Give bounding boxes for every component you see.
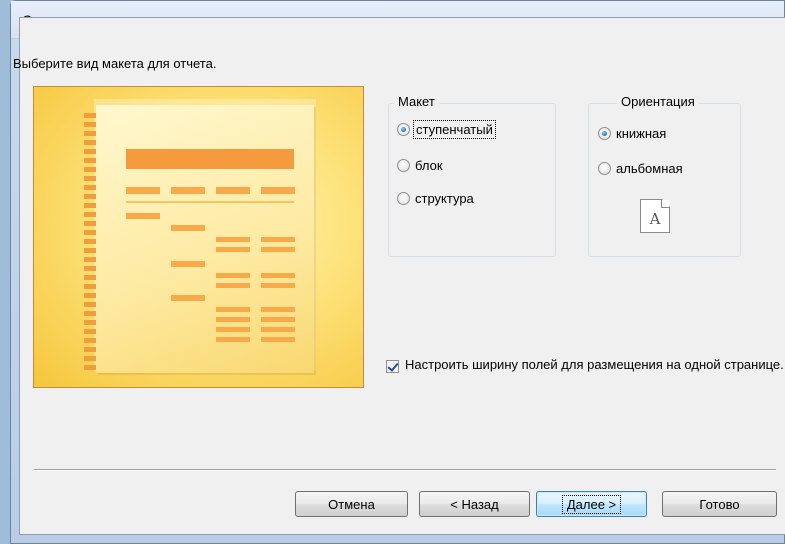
button-separator bbox=[34, 469, 776, 471]
preview-header-cell bbox=[171, 187, 205, 194]
preview-detail-line bbox=[216, 317, 250, 322]
back-button-label: < Назад bbox=[450, 496, 499, 512]
preview-detail-line bbox=[261, 337, 295, 342]
portrait-page-icon: A bbox=[640, 199, 670, 233]
preview-group-level-1 bbox=[126, 213, 160, 219]
preview-header-cell bbox=[126, 187, 160, 194]
preview-detail-line bbox=[216, 327, 250, 332]
fit-width-option[interactable]: Настроить ширину полей для размещения на… bbox=[386, 357, 785, 373]
preview-group-level-2 bbox=[171, 225, 205, 231]
layout-preview-image bbox=[33, 86, 364, 388]
back-button[interactable]: < Назад bbox=[419, 491, 530, 517]
fit-width-label: Настроить ширину полей для размещения на… bbox=[405, 357, 784, 372]
preview-header-cell bbox=[216, 187, 250, 194]
orientation-option-label: книжная bbox=[616, 126, 667, 141]
preview-detail-line bbox=[216, 247, 250, 252]
layout-option-label: ступенчатый bbox=[413, 120, 496, 139]
next-button-label: Далее > bbox=[561, 494, 622, 514]
layout-option-label: блок bbox=[415, 158, 443, 173]
finish-button-label: Готово bbox=[699, 496, 740, 512]
preview-group-level-2 bbox=[171, 261, 205, 267]
preview-header-rule bbox=[126, 201, 294, 203]
preview-detail-line bbox=[261, 247, 295, 252]
portrait-page-letter: A bbox=[649, 210, 661, 228]
layout-option-stepped[interactable]: ступенчатый bbox=[397, 120, 496, 139]
cancel-button-label: Отмена bbox=[328, 496, 375, 512]
preview-detail-line bbox=[261, 307, 295, 312]
preview-detail-line bbox=[261, 327, 295, 332]
preview-detail-line bbox=[216, 237, 250, 242]
preview-detail-line bbox=[261, 317, 295, 322]
layout-prompt: Выберите вид макета для отчета. bbox=[13, 56, 217, 71]
preview-group-level-2 bbox=[171, 295, 205, 301]
preview-detail-line bbox=[216, 307, 250, 312]
orientation-option-portrait[interactable]: книжная bbox=[598, 126, 666, 141]
layout-group-label: Макет bbox=[394, 94, 439, 109]
orientation-option-label: альбомная bbox=[616, 161, 683, 176]
cancel-button[interactable]: Отмена bbox=[295, 491, 408, 517]
layout-option-block[interactable]: блок bbox=[397, 158, 443, 173]
finish-button[interactable]: Готово bbox=[662, 491, 777, 517]
preview-detail-line bbox=[261, 283, 295, 288]
preview-detail-line bbox=[216, 337, 250, 342]
preview-title-bar bbox=[126, 149, 294, 169]
next-button[interactable]: Далее > bbox=[536, 491, 647, 517]
layout-option-outline[interactable]: структура bbox=[397, 191, 474, 206]
fit-width-checkbox[interactable] bbox=[386, 360, 399, 373]
preview-spiral-binding bbox=[84, 113, 96, 373]
radio-button[interactable] bbox=[397, 159, 410, 172]
radio-button-selected[interactable] bbox=[397, 123, 410, 136]
orientation-option-landscape[interactable]: альбомная bbox=[598, 161, 683, 176]
preview-detail-line bbox=[216, 283, 250, 288]
radio-button-selected[interactable] bbox=[598, 127, 611, 140]
preview-detail-line bbox=[261, 237, 295, 242]
preview-detail-line bbox=[216, 273, 250, 278]
orientation-group-label: Ориентация bbox=[617, 94, 699, 109]
radio-button[interactable] bbox=[598, 162, 611, 175]
layout-option-label: структура bbox=[415, 191, 474, 206]
preview-header-cell bbox=[261, 187, 295, 194]
preview-detail-line bbox=[261, 273, 295, 278]
radio-button[interactable] bbox=[397, 192, 410, 205]
